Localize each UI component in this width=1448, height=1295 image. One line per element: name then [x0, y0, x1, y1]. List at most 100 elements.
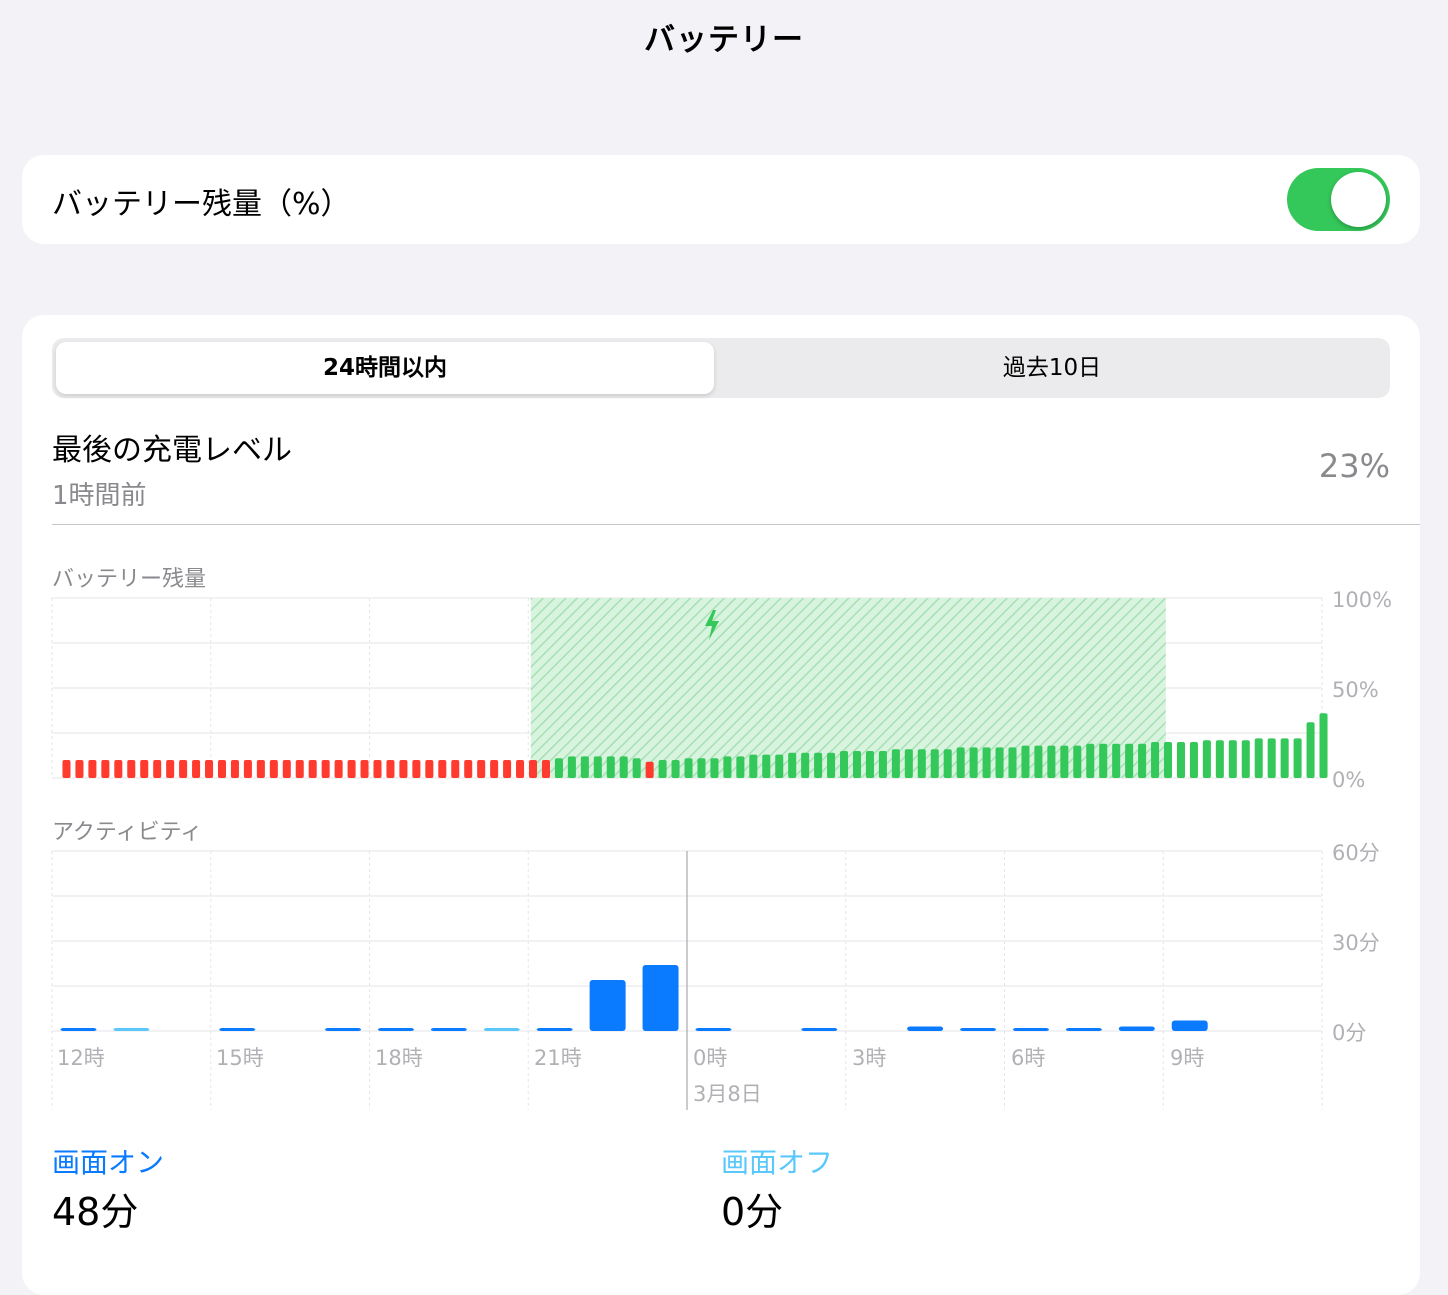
battery-bar	[1163, 742, 1173, 778]
battery-bar	[619, 756, 628, 778]
battery-bar	[969, 747, 978, 778]
activity-bar	[219, 1028, 256, 1031]
battery-bar	[736, 756, 745, 778]
battery-bar	[1008, 747, 1017, 778]
battery-bar	[1202, 740, 1211, 778]
activity-ytick-0: 0分	[1332, 1021, 1366, 1045]
battery-bar	[645, 761, 654, 778]
activity-bar	[1012, 1028, 1049, 1031]
battery-bar	[477, 760, 486, 778]
battery-bar	[788, 752, 797, 778]
date-label: 3月8日	[693, 1082, 762, 1106]
battery-bar	[982, 747, 991, 778]
activity-bar	[1065, 1028, 1102, 1031]
battery-bar	[243, 760, 252, 778]
battery-bar	[1215, 740, 1224, 778]
activity-bar	[483, 1028, 520, 1031]
battery-bar	[541, 760, 550, 778]
screen-on-value: 48分	[52, 1190, 139, 1234]
battery-bar	[153, 760, 162, 778]
battery-bar	[580, 756, 589, 778]
battery-bar	[658, 760, 667, 778]
activity-ytick-30: 30分	[1332, 931, 1380, 955]
battery-bar	[334, 760, 343, 778]
xtick-6: 6時	[1011, 1046, 1045, 1070]
battery-bar	[917, 749, 926, 778]
battery-bar	[269, 760, 278, 778]
battery-ytick-0: 0%	[1332, 768, 1365, 792]
battery-bar	[308, 760, 317, 778]
battery-bar	[425, 760, 434, 778]
charging-region	[530, 598, 1166, 778]
battery-usage-card: 24時間以内 過去10日 最後の充電レベル 1時間前 23% バッテリー残量 1…	[22, 315, 1420, 1295]
battery-bar	[1060, 745, 1069, 778]
activity-bar	[325, 1028, 362, 1031]
battery-bar	[1073, 745, 1082, 778]
battery-percentage-row: バッテリー残量（%）	[22, 155, 1420, 244]
battery-bar	[1151, 742, 1160, 778]
battery-bar	[75, 760, 84, 778]
battery-bar	[1228, 740, 1237, 778]
xtick-15: 15時	[216, 1046, 264, 1070]
battery-bar	[1306, 722, 1315, 778]
battery-bar	[1112, 743, 1121, 778]
battery-bar	[995, 747, 1004, 778]
battery-bar	[166, 760, 175, 778]
battery-bar	[1034, 745, 1043, 778]
battery-bar	[801, 752, 810, 778]
activity-bar	[113, 1028, 150, 1031]
battery-bar	[88, 760, 97, 778]
battery-bar	[606, 756, 615, 778]
battery-percentage-toggle[interactable]	[1287, 168, 1390, 231]
activity-bar	[60, 1028, 97, 1031]
activity-bar	[1171, 1020, 1208, 1031]
battery-bar	[1086, 743, 1095, 778]
battery-bar	[762, 754, 771, 778]
battery-bar	[956, 747, 965, 778]
battery-bar	[865, 751, 874, 778]
battery-bar	[1267, 738, 1276, 778]
battery-bar	[205, 760, 214, 778]
battery-bar	[1125, 743, 1134, 778]
battery-bar	[1047, 745, 1056, 778]
battery-bar	[256, 760, 265, 778]
activity-bar	[960, 1028, 997, 1031]
activity-bar	[801, 1028, 838, 1031]
screen-on-label: 画面オン	[52, 1146, 165, 1179]
battery-bar	[140, 760, 149, 778]
battery-bar	[503, 760, 512, 778]
battery-ytick-50: 50%	[1332, 678, 1379, 702]
battery-bar	[114, 760, 123, 778]
activity-bar	[1118, 1026, 1155, 1031]
battery-bar	[282, 760, 291, 778]
battery-bar	[412, 760, 421, 778]
battery-bar	[1099, 743, 1108, 778]
battery-percentage-label: バッテリー残量（%）	[52, 187, 351, 222]
battery-bar	[464, 760, 473, 778]
battery-bar	[554, 758, 563, 778]
battery-bar	[684, 758, 693, 778]
activity-bar	[536, 1028, 573, 1031]
xtick-21: 21時	[534, 1046, 582, 1070]
activity-bar	[430, 1028, 467, 1031]
battery-bar	[217, 760, 227, 778]
battery-bar	[840, 751, 849, 778]
activity-bars	[60, 965, 1208, 1031]
battery-bar	[1189, 742, 1198, 778]
xtick-18: 18時	[375, 1046, 423, 1070]
battery-bar	[632, 758, 641, 778]
activity-bar	[695, 1028, 732, 1031]
battery-bar	[891, 749, 900, 778]
battery-bar	[749, 754, 758, 778]
battery-bar	[373, 760, 382, 778]
battery-bar	[671, 760, 680, 778]
battery-bar	[1241, 740, 1250, 778]
activity-bar	[589, 980, 626, 1031]
battery-bar	[490, 760, 499, 778]
battery-bar	[321, 760, 330, 778]
battery-bar	[593, 756, 602, 778]
battery-bar	[179, 760, 188, 778]
xtick-3: 3時	[852, 1046, 886, 1070]
screen-off-value: 0分	[721, 1190, 784, 1234]
battery-bar	[775, 754, 784, 778]
